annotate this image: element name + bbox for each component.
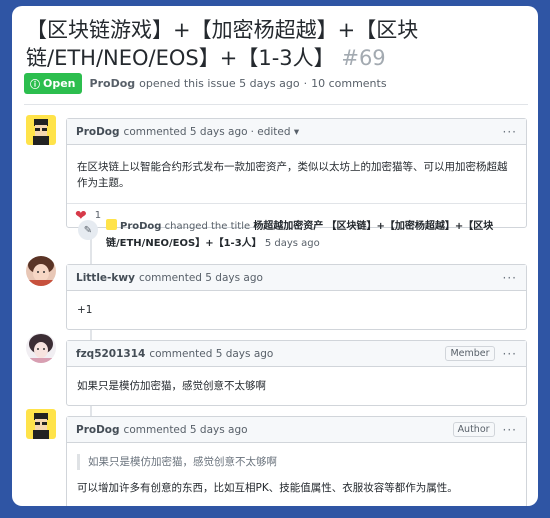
comment-time[interactable]: commented 5 days ago: [149, 348, 273, 360]
avatar[interactable]: [26, 256, 56, 286]
open-state-badge: ⓘ Open: [24, 72, 82, 94]
issue-meta: ⓘ Open ProDog opened this issue 5 days a…: [24, 72, 387, 94]
old-title: 杨超越加密资产: [253, 221, 324, 232]
avatar[interactable]: [26, 115, 56, 145]
event-time[interactable]: 5 days ago: [265, 238, 320, 249]
comment-author-link[interactable]: ProDog: [76, 126, 120, 138]
comment-card: ProDog commented 5 days ago Author ··· 如…: [66, 416, 527, 506]
circle-exclamation-icon: ⓘ: [30, 79, 40, 91]
event-actor-link[interactable]: ProDog: [120, 221, 161, 232]
issue-number: #69: [341, 46, 386, 70]
comment-card: fzq5201314 commented 5 days ago Member ·…: [66, 340, 527, 406]
issue-title: 【区块链游戏】+【加密杨超越】+【区块链/ETH/NEO/EOS】+【1-3人】…: [26, 16, 526, 72]
member-badge: Member: [445, 346, 495, 361]
avatar-little-kwy-icon: [26, 256, 56, 286]
avatar-prodog-icon: [26, 409, 56, 439]
author-badge: Author: [452, 422, 495, 437]
mini-avatar[interactable]: [106, 219, 117, 230]
ellipsis-icon[interactable]: ···: [503, 347, 517, 361]
comment-header: ProDog commented 5 days ago · edited ▾ ·…: [67, 119, 526, 145]
comment-time[interactable]: commented 5 days ago: [139, 272, 263, 284]
comment-card: Little-kwy commented 5 days ago ··· +1: [66, 264, 527, 330]
avatar[interactable]: [26, 333, 56, 363]
header-divider: [24, 104, 528, 105]
comment-time[interactable]: commented 5 days ago: [124, 126, 248, 138]
state-label: Open: [43, 76, 76, 90]
ellipsis-icon[interactable]: ···: [503, 125, 517, 139]
ellipsis-icon[interactable]: ···: [503, 423, 517, 437]
comment-author-link[interactable]: fzq5201314: [76, 348, 145, 360]
issue-page: 【区块链游戏】+【加密杨超越】+【区块链/ETH/NEO/EOS】+【1-3人】…: [12, 6, 538, 506]
avatar-prodog-icon: [26, 115, 56, 145]
comment-body: 如果只是模仿加密猫，感觉创意不太够啊: [77, 380, 266, 392]
event-action: changed the title: [164, 221, 251, 232]
comment-time[interactable]: commented 5 days ago: [124, 424, 248, 436]
comment-header: Little-kwy commented 5 days ago ···: [67, 265, 526, 291]
comment-card: ProDog commented 5 days ago · edited ▾ ·…: [66, 118, 527, 228]
avatar-fzq-icon: [26, 333, 56, 363]
opened-text: opened this issue 5 days ago: [139, 76, 300, 90]
comment-body: 如果只是模仿加密猫，感觉创意不太够啊 可以增加许多有创意的东西，比如互相PK、技…: [67, 443, 526, 506]
comment-header: fzq5201314 commented 5 days ago Member ·…: [67, 341, 526, 367]
title-change-event: ProDog changed the title 杨超越加密资产 【区块链】+【…: [80, 218, 530, 252]
comment-body: +1: [77, 304, 93, 316]
quoted-reply: 如果只是模仿加密猫，感觉创意不太够啊: [77, 454, 516, 470]
ellipsis-icon[interactable]: ···: [503, 271, 517, 285]
comment-body: 在区块链上以智能合约形式发布一款加密资产，类似以太坊上的加密猫等、可以用加密杨超…: [77, 161, 508, 189]
comment-text: 可以增加许多有创意的东西，比如互相PK、技能值属性、衣服妆容等都作为属性。: [77, 482, 458, 494]
avatar[interactable]: [26, 409, 56, 439]
event-text: ProDog changed the title 杨超越加密资产 【区块链】+【…: [106, 218, 530, 252]
comment-header: ProDog commented 5 days ago Author ···: [67, 417, 526, 443]
comment-author-link[interactable]: Little-kwy: [76, 272, 135, 284]
issue-author-link[interactable]: ProDog: [90, 77, 136, 90]
comment-count: 10 comments: [311, 76, 387, 90]
edited-dropdown[interactable]: · edited ▾: [251, 126, 300, 138]
meta-separator: ·: [303, 76, 308, 90]
comment-author-link[interactable]: ProDog: [76, 424, 120, 436]
